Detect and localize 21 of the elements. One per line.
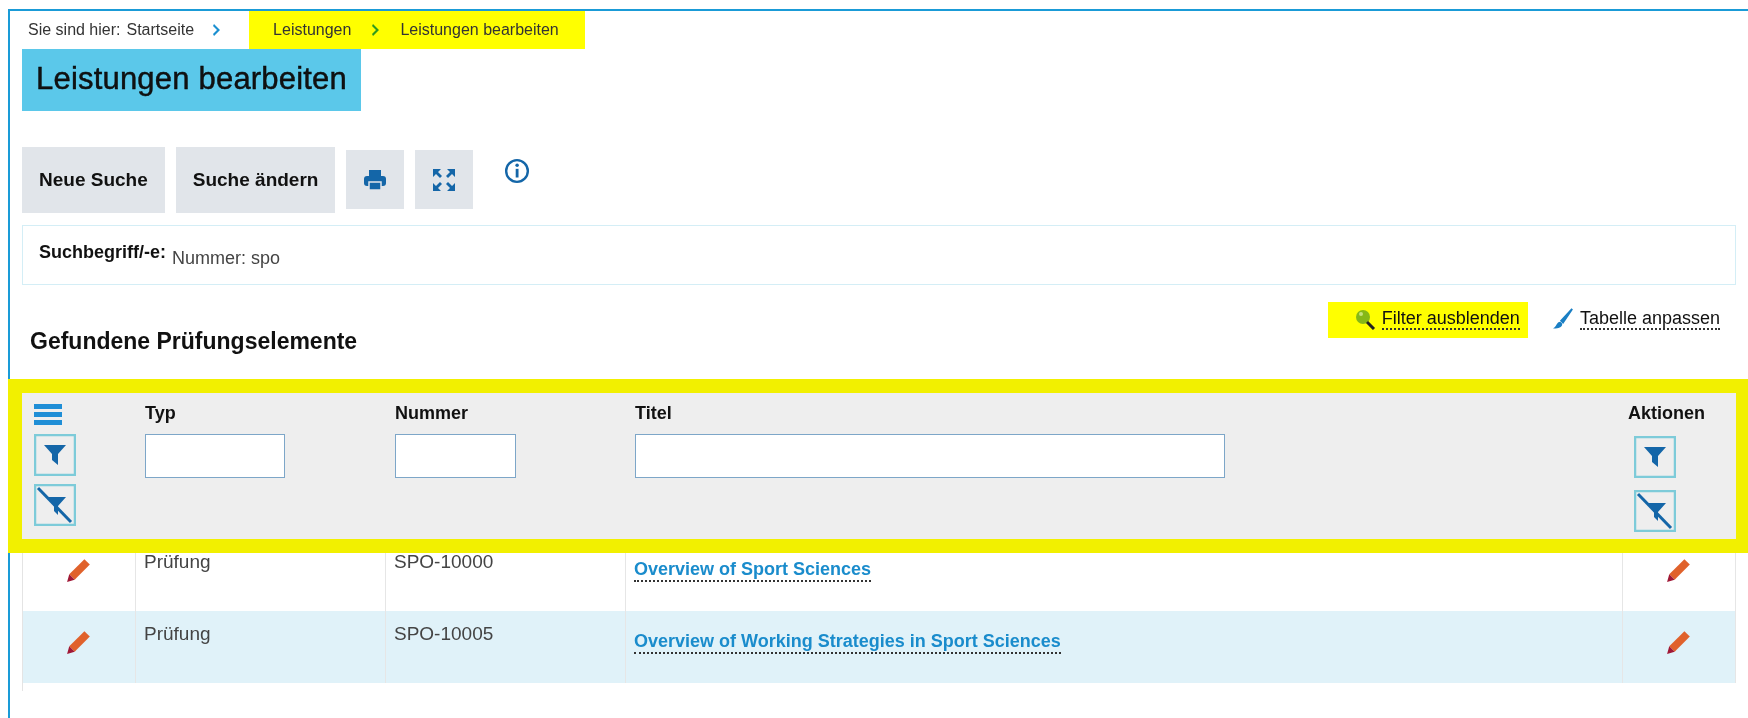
table-cell: SPO-10005 <box>394 623 494 644</box>
column-header: Typ <box>145 403 176 424</box>
toolbar-button[interactable]: Suche ändern <box>175 147 336 213</box>
hide-filter-link[interactable]: Filter ausblenden <box>1327 302 1528 338</box>
customize-table-link[interactable]: Tabelle anpassen <box>1543 302 1728 338</box>
table-cell: Prüfung <box>144 551 211 572</box>
breadcrumb-link[interactable]: Startseite <box>126 21 195 39</box>
table-cell: Prüfung <box>144 623 211 644</box>
title-link[interactable]: Overview of Sport Sciences <box>634 559 872 582</box>
table-cell: SPO-10000 <box>394 551 494 572</box>
column-header: Aktionen <box>1628 403 1705 424</box>
column-header: Nummer <box>395 403 469 424</box>
breadcrumb-link[interactable]: Leistungen bearbeiten <box>400 21 559 39</box>
column-header: Titel <box>635 403 672 424</box>
summary-value: Nummer: spo <box>172 247 281 269</box>
summary-label: Suchbegriff/-e: <box>39 241 166 263</box>
toolbar-button[interactable]: Neue Suche <box>22 147 165 213</box>
breadcrumb-link[interactable]: Leistungen <box>273 21 352 39</box>
page-title: Leistungen bearbeiten <box>22 49 361 111</box>
section-title: Gefundene Prüfungselemente <box>30 328 358 355</box>
breadcrumb-label: Sie sind hier: <box>28 21 121 39</box>
